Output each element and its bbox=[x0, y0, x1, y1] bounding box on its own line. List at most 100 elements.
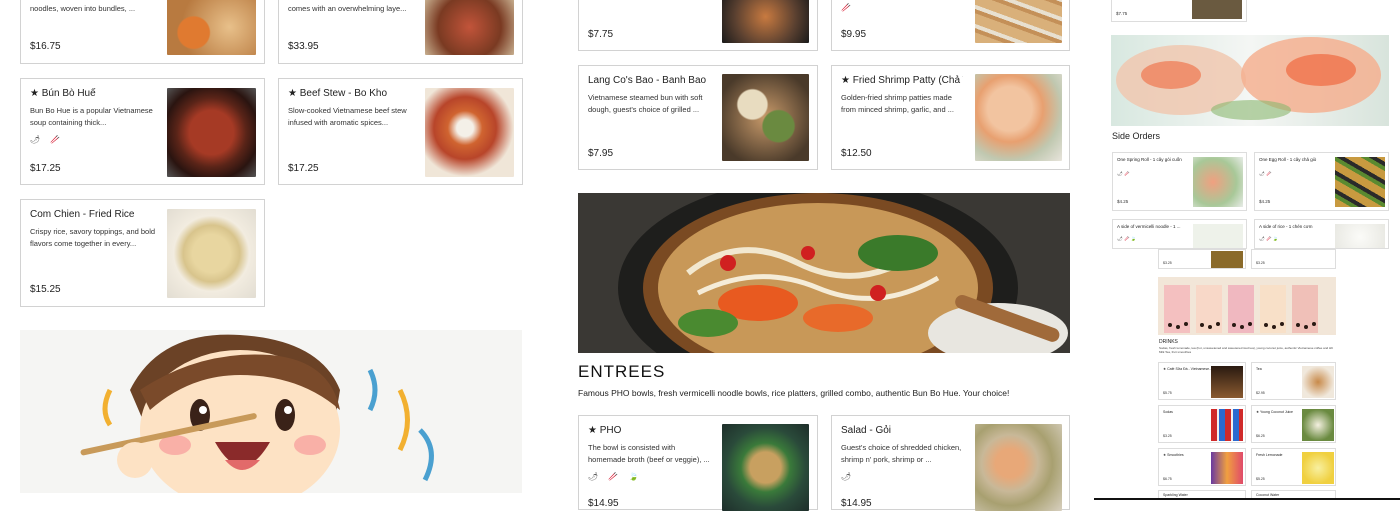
menu-item-title: Salad - Gỏi bbox=[841, 425, 892, 436]
section-title-side-orders: Side Orders bbox=[1112, 131, 1161, 141]
menu-item-description: Vietnamese steamed bun with soft dough, … bbox=[588, 93, 703, 114]
menu-item-thumbnail bbox=[1211, 452, 1243, 484]
menu-item-title: ★ Fried Shrimp Patty (Chả Tôm) bbox=[841, 75, 963, 86]
side-item-card-small-1[interactable]: $3.25 bbox=[1158, 249, 1246, 269]
drink-card-cafe-sua-da[interactable]: ★ Café Sữa Đá - Vietnamese... $5.75 bbox=[1158, 362, 1246, 400]
dietary-icons: 🌶 🥢 bbox=[1117, 171, 1130, 176]
menu-item-thumbnail bbox=[1211, 366, 1243, 398]
menu-item-price: $7.75 bbox=[588, 29, 614, 40]
menu-item-card-top-1[interactable]: noodles, woven into bundles, ... $16.75 bbox=[20, 0, 265, 64]
side-item-card-egg-roll[interactable]: One Egg Roll - 1 cây chả giò 🌶 🥢 $4.25 bbox=[1254, 152, 1389, 211]
menu-item-title: Sodas bbox=[1163, 410, 1173, 414]
menu-item-price: $17.25 bbox=[30, 163, 61, 174]
menu-item-thumbnail bbox=[722, 0, 809, 43]
menu-item-card-banh-bao[interactable]: Lang Co's Bao - Banh Bao Vietnamese stea… bbox=[578, 65, 818, 170]
menu-item-thumbnail bbox=[722, 74, 809, 161]
menu-item-price: $3.25 bbox=[1163, 434, 1172, 438]
menu-item-thumbnail bbox=[167, 0, 256, 55]
menu-item-thumbnail bbox=[425, 0, 514, 55]
menu-item-card-pho[interactable]: ★ PHO The bowl is consisted with homemad… bbox=[578, 415, 818, 511]
menu-item-title: A side of rice - 1 chén cơm bbox=[1259, 224, 1313, 229]
menu-item-card-bo-kho[interactable]: ★ Beef Stew - Bo Kho Slow-cooked Vietnam… bbox=[278, 78, 523, 185]
section-description-entrees: Famous PHO bowls, fresh vermicelli noodl… bbox=[578, 388, 1010, 398]
menu-item-price: $12.50 bbox=[841, 148, 872, 159]
menu-item-thumbnail bbox=[1335, 224, 1385, 248]
chopsticks-icon: 🥢 bbox=[841, 3, 855, 12]
menu-item-price: $3.25 bbox=[1163, 261, 1172, 265]
side-item-card-spring-roll[interactable]: One Spring Roll - 1 cây gỏi cuốn 🌶 🥢 $4.… bbox=[1112, 152, 1247, 211]
menu-item-title: Lang Co's Bao - Banh Bao bbox=[588, 75, 707, 86]
dietary-icons: 🌶 🥢 bbox=[1259, 171, 1272, 176]
menu-item-thumbnail bbox=[425, 88, 514, 177]
menu-item-price: $6.75 bbox=[1163, 477, 1172, 481]
dietary-icons: 🌶 🥢 🍃 bbox=[1259, 236, 1279, 241]
menu-item-thumbnail bbox=[1302, 366, 1334, 398]
menu-item-thumbnail bbox=[1302, 409, 1334, 441]
drink-card-tea[interactable]: Tea $2.95 bbox=[1251, 362, 1336, 400]
menu-item-thumbnail bbox=[975, 424, 1062, 511]
menu-item-thumbnail bbox=[1211, 251, 1243, 268]
menu-item-title: One Spring Roll - 1 cây gỏi cuốn bbox=[1117, 157, 1182, 162]
menu-item-description: Slow-cooked Vietnamese beef stew infused… bbox=[288, 106, 407, 127]
menu-item-card-mid-top-2[interactable]: 🥢 $9.95 bbox=[831, 0, 1070, 51]
menu-item-title: A side of vermicelli noodle - 1 ... bbox=[1117, 224, 1181, 229]
menu-item-thumbnail bbox=[722, 424, 809, 511]
menu-item-price: $15.25 bbox=[30, 284, 61, 295]
menu-item-thumbnail bbox=[167, 209, 256, 298]
drink-card-smoothies[interactable]: ★ Smoothies $6.75 bbox=[1158, 448, 1246, 486]
menu-item-title: ★ Smoothies bbox=[1163, 453, 1184, 457]
menu-item-title: Com Chien - Fried Rice bbox=[30, 209, 135, 220]
pho-hero-image bbox=[578, 193, 1070, 353]
menu-item-thumbnail bbox=[1193, 157, 1243, 207]
menu-item-thumbnail bbox=[167, 88, 256, 177]
menu-item-card-shrimp-patty[interactable]: ★ Fried Shrimp Patty (Chả Tôm) Golden-fr… bbox=[831, 65, 1070, 170]
menu-item-price: $16.75 bbox=[30, 41, 61, 52]
menu-item-title: Fresh Lemonade bbox=[1256, 453, 1283, 457]
menu-item-price: $4.25 bbox=[1259, 199, 1271, 204]
menu-item-title: ★ Bún Bò Huế bbox=[30, 88, 96, 99]
side-item-card-top[interactable]: $7.75 bbox=[1111, 0, 1247, 22]
menu-item-description: Bun Bo Hue is a popular Vietnamese soup … bbox=[30, 106, 153, 127]
menu-item-price: $6.25 bbox=[1256, 434, 1265, 438]
drink-card-sodas[interactable]: Sodas $3.25 bbox=[1158, 405, 1246, 443]
menu-item-price: $33.95 bbox=[288, 41, 319, 52]
mascot-banner-image bbox=[20, 330, 522, 493]
menu-item-title: Sparkling Water bbox=[1163, 493, 1188, 497]
menu-item-price: $7.75 bbox=[1116, 11, 1128, 16]
menu-item-title: ★ Café Sữa Đá - Vietnamese... bbox=[1163, 367, 1212, 371]
menu-item-card-top-2[interactable]: comes with an overwhelming laye... $33.9… bbox=[278, 0, 523, 64]
menu-item-thumbnail bbox=[975, 0, 1062, 43]
menu-item-card-mid-top-1[interactable]: $7.75 bbox=[578, 0, 818, 51]
menu-item-price: $17.25 bbox=[288, 163, 319, 174]
menu-item-card-com-chien[interactable]: Com Chien - Fried Rice Crispy rice, savo… bbox=[20, 199, 265, 307]
menu-item-thumbnail bbox=[1335, 157, 1385, 207]
drinks-banner-image bbox=[1158, 277, 1336, 335]
drink-card-coconut-juice[interactable]: ★ Young Coconut Juice $6.25 bbox=[1251, 405, 1336, 443]
section-title-drinks: DRINKS bbox=[1159, 339, 1178, 345]
section-title-entrees: ENTREES bbox=[578, 362, 666, 381]
menu-item-title: ★ PHO bbox=[588, 425, 622, 436]
spring-roll-banner-image bbox=[1111, 35, 1389, 126]
menu-item-price: $9.95 bbox=[841, 29, 867, 40]
menu-item-thumbnail bbox=[975, 74, 1062, 161]
menu-item-card-salad-goi[interactable]: Salad - Gỏi Guest's choice of shredded c… bbox=[831, 415, 1070, 511]
menu-item-description: Crispy rice, savory toppings, and bold f… bbox=[30, 227, 156, 248]
side-item-card-small-2[interactable]: $3.25 bbox=[1251, 249, 1336, 269]
menu-item-title: Tea bbox=[1256, 367, 1262, 371]
drink-card-fresh-lemonade[interactable]: Fresh Lemonade $5.25 bbox=[1251, 448, 1336, 486]
dietary-icons: 🌶 🥢 🍃 bbox=[588, 472, 643, 481]
menu-item-title: ★ Beef Stew - Bo Kho bbox=[288, 88, 388, 99]
menu-item-description: noodles, woven into bundles, ... bbox=[30, 4, 136, 13]
side-item-card-rice[interactable]: A side of rice - 1 chén cơm 🌶 🥢 🍃 bbox=[1254, 219, 1389, 249]
menu-item-title: Coconut Water bbox=[1256, 493, 1280, 497]
menu-item-price: $2.95 bbox=[1256, 391, 1265, 395]
menu-item-price: $3.25 bbox=[1256, 261, 1265, 265]
side-item-card-vermicelli[interactable]: A side of vermicelli noodle - 1 ... 🌶 🥢 … bbox=[1112, 219, 1247, 249]
spicy-icon: 🌶 🥢 bbox=[30, 135, 65, 144]
menu-item-description: comes with an overwhelming laye... bbox=[288, 4, 407, 13]
menu-item-card-bun-bo-hue[interactable]: ★ Bún Bò Huế Bun Bo Hue is a popular Vie… bbox=[20, 78, 265, 185]
menu-item-thumbnail bbox=[1302, 452, 1334, 484]
section-description-drinks: Sodas, fresh lemonade, tea (hot, unsweet… bbox=[1159, 346, 1334, 354]
menu-item-price: $5.75 bbox=[1163, 391, 1172, 395]
dietary-icons: 🌶 🥢 🍃 bbox=[1117, 236, 1137, 241]
